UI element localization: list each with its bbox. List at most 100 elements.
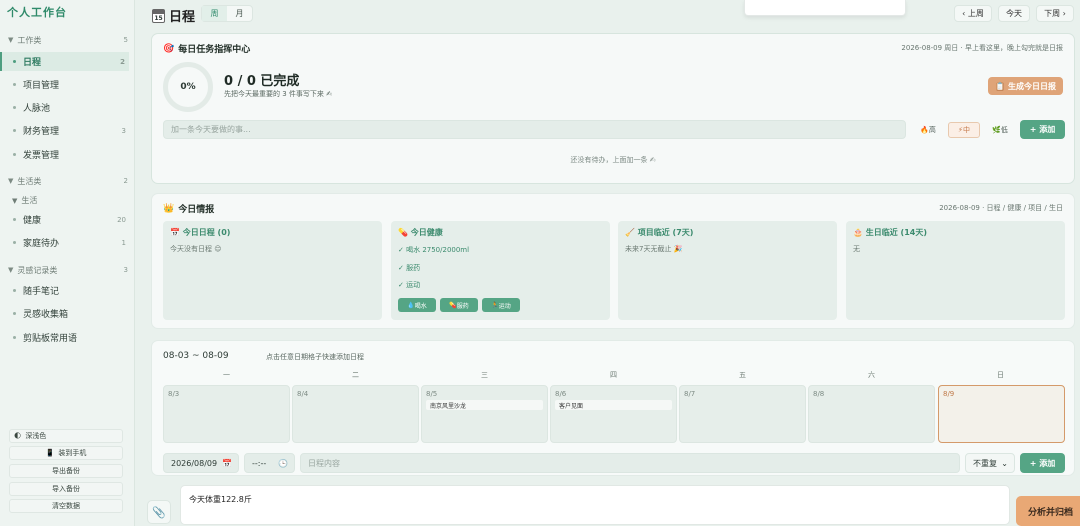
brush-icon: 🧹	[625, 228, 638, 237]
app-logo: 个人工作台	[7, 6, 67, 19]
sidebar: 个人工作台 ▼ 工作类 5 日程 2 项目管理 人脉池 财务管理 3 发票管理 ▼ …	[0, 0, 135, 526]
quick-water-button[interactable]: 💧 喝水	[398, 298, 436, 312]
import-backup-button[interactable]: 导入备份	[9, 482, 123, 496]
week-tip: 点击任意日期格子快速添加日程	[266, 353, 364, 361]
caret-down-icon: ▼	[8, 36, 14, 44]
date-input[interactable]: 2026/08/09 📅	[163, 453, 239, 473]
view-toggle: 周 月	[201, 5, 253, 22]
done-count: 0 / 0 已完成	[224, 74, 300, 89]
theme-toggle-button[interactable]: 🌓 深浅色	[9, 429, 123, 443]
quick-exercise-button[interactable]: 🏃 运动	[482, 298, 520, 312]
daily-task-card: 🎯 每日任务指挥中心 2026-08-09 周日 · 早上看这里，晚上勾完就是日…	[151, 33, 1075, 184]
report-icon: 📋	[995, 81, 1005, 91]
sidebar-item-schedule[interactable]: 日程 2	[0, 52, 129, 71]
weekday-label: 二	[352, 371, 359, 379]
time-input[interactable]: --:-- 🕒	[244, 453, 295, 473]
analyze-archive-button[interactable]: 分析并归档	[1016, 496, 1080, 526]
health-check-water: ✓ 喝水 2750/2000ml	[398, 246, 470, 254]
pill-icon: 💊	[398, 228, 411, 237]
weekday-label: 日	[997, 371, 1004, 379]
sidebar-item-inspiration-box[interactable]: 灵感收集箱	[0, 304, 130, 323]
export-backup-button[interactable]: 导出备份	[9, 464, 123, 478]
install-mobile-button[interactable]: 📱 装到手机	[9, 446, 123, 460]
sidebar-item-invoices[interactable]: 发票管理	[0, 145, 130, 164]
group-work[interactable]: ▼ 工作类 5	[8, 34, 128, 46]
health-check-meds: ✓ 服药	[398, 264, 421, 272]
calendar-icon: 15	[152, 8, 165, 23]
chevron-down-icon: ⌄	[1001, 458, 1008, 468]
panel-birthdays: 🎂 生日临近 (14天) 无	[846, 221, 1065, 320]
clear-data-button[interactable]: 清空数据	[9, 499, 123, 513]
panel-schedule: 📅 今日日程 (0) 今天没有日程 😌	[163, 221, 382, 320]
sidebar-item-notes[interactable]: 随手笔记	[0, 281, 130, 300]
group-inspiration[interactable]: ▼ 灵感记录类 3	[8, 264, 128, 276]
event-item[interactable]: 南京风里沙龙	[426, 400, 543, 410]
day-cell[interactable]: 8/3	[163, 385, 290, 443]
cake-icon: 🎂	[853, 228, 866, 237]
next-week-button[interactable]: 下周 ›	[1036, 5, 1074, 22]
task-card-meta: 2026-08-09 周日 · 早上看这里，晚上勾完就是日报	[901, 44, 1063, 52]
daily-intel-card: 👑 今日情报 2026-08-09 · 日程 / 健康 / 项目 / 生日 📅 …	[151, 193, 1075, 329]
add-schedule-button[interactable]: + 添加	[1020, 453, 1065, 473]
sidebar-item-projects[interactable]: 项目管理	[0, 75, 130, 94]
intel-card-title: 今日情报	[178, 205, 215, 215]
crown-icon: 👑	[163, 203, 175, 214]
weekday-label: 四	[610, 371, 617, 379]
today-button[interactable]: 今天	[998, 5, 1030, 22]
progress-ring: 0%	[163, 62, 213, 112]
day-cell[interactable]: 8/4	[292, 385, 419, 443]
prev-week-button[interactable]: ‹ 上周	[954, 5, 992, 22]
sidebar-item-finance[interactable]: 财务管理 3	[0, 121, 130, 140]
task-input[interactable]: 加一条今天要做的事...	[163, 120, 906, 139]
view-week-button[interactable]: 周	[202, 6, 227, 21]
week-calendar-card: 08-03 ~ 08-09 点击任意日期格子快速添加日程 一 二 三 四 五 六…	[151, 340, 1075, 476]
day-cell[interactable]: 8/6 客户见面	[550, 385, 677, 443]
calendar-icon: 📅	[170, 228, 183, 237]
subgroup-life[interactable]: ▼ 生活	[12, 195, 37, 206]
panel-projects: 🧹 项目临近 (7天) 未来7天无截止 🎉	[618, 221, 837, 320]
phone-icon: 📱	[45, 449, 55, 457]
health-check-exercise: ✓ 运动	[398, 281, 421, 289]
weekday-label: 三	[481, 371, 488, 379]
task-hint: 先把今天最重要的 3 件事写下来 ✍	[224, 90, 332, 98]
sidebar-item-family-todo[interactable]: 家庭待办 1	[0, 233, 130, 252]
priority-high-button[interactable]: 🔥 高	[916, 122, 940, 138]
sidebar-item-clipboard[interactable]: 剪贴板常用语	[0, 328, 130, 347]
add-task-button[interactable]: + 添加	[1020, 120, 1065, 139]
week-range: 08-03 ~ 08-09	[163, 351, 229, 361]
quick-input[interactable]: 今天体重122.8斤	[180, 485, 1010, 525]
day-cell[interactable]: 8/5 南京风里沙龙	[421, 385, 548, 443]
group-life[interactable]: ▼ 生活类 2	[8, 175, 128, 187]
empty-tasks-text: 还没有待办，上面加一条 ✍	[570, 156, 656, 164]
schedule-content-input[interactable]: 日程内容	[300, 453, 960, 473]
day-cell-today[interactable]: 8/9	[938, 385, 1065, 443]
day-cell[interactable]: 8/7	[679, 385, 806, 443]
popup-overlay	[744, 0, 906, 16]
event-item[interactable]: 客户见面	[555, 400, 672, 410]
view-month-button[interactable]: 月	[227, 6, 252, 21]
repeat-select[interactable]: 不重复 ⌄	[965, 453, 1015, 473]
droplet-icon: 💧	[407, 301, 415, 309]
target-icon: 🎯	[163, 43, 175, 54]
page-title: 15 日程	[152, 6, 195, 25]
caret-down-icon: ▼	[12, 196, 18, 205]
paperclip-icon[interactable]: 📎	[147, 500, 171, 524]
clock-icon: 🕒	[278, 458, 288, 468]
moon-icon: 🌓	[14, 432, 22, 440]
generate-report-button[interactable]: 📋 生成今日日报	[988, 77, 1063, 95]
weekday-label: 五	[739, 371, 746, 379]
leaf-icon: 🌿	[992, 126, 1001, 134]
day-cell[interactable]: 8/8	[808, 385, 935, 443]
caret-down-icon: ▼	[8, 177, 14, 185]
runner-icon: 🏃	[491, 301, 499, 309]
sidebar-item-health[interactable]: 健康 20	[0, 210, 130, 229]
priority-mid-button[interactable]: ⚡ 中	[948, 122, 980, 138]
task-card-title: 每日任务指挥中心	[178, 45, 251, 55]
sidebar-item-contacts[interactable]: 人脉池	[0, 98, 130, 117]
weekday-label: 六	[868, 371, 875, 379]
caret-down-icon: ▼	[8, 266, 14, 274]
priority-low-button[interactable]: 🌿 低	[988, 122, 1012, 138]
quick-meds-button[interactable]: 💊 服药	[440, 298, 478, 312]
intel-card-meta: 2026-08-09 · 日程 / 健康 / 项目 / 生日	[939, 204, 1063, 212]
fire-icon: 🔥	[920, 126, 929, 134]
